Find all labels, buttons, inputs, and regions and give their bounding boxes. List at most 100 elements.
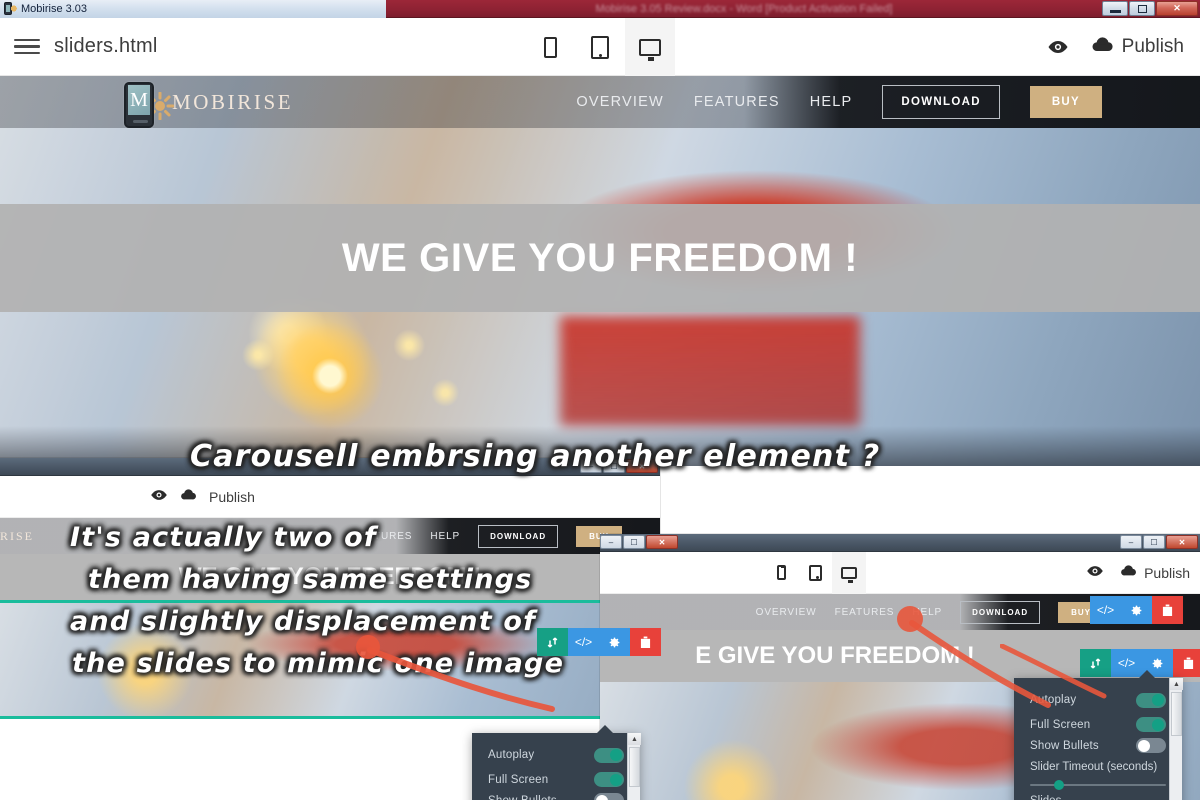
inset-left-block-toolbar: </>	[537, 628, 661, 656]
inset-left-autoplay-label: Autoplay	[488, 749, 535, 761]
inset-right-showbullets-toggle[interactable]	[1136, 738, 1166, 753]
inset-right-autoplay-row: Autoplay	[1014, 686, 1182, 714]
inset-left-maximize-button[interactable]: ☐	[603, 459, 625, 473]
inset-right-cloud-upload-icon	[1120, 564, 1137, 582]
inset-left-hero-title: WE GIVE YOU FREEDOM !	[178, 563, 482, 590]
inset-right-left-minimize-button[interactable]: –	[600, 535, 622, 549]
inset-left-scroll-thumb[interactable]	[629, 747, 640, 787]
inset-right-nav-features[interactable]: FEATURES	[835, 607, 895, 618]
inset-left-autoplay-toggle[interactable]	[594, 747, 624, 763]
mobirise-app-icon	[4, 2, 18, 15]
inset-right-window-controls: – ☐ ✕	[1120, 535, 1198, 549]
inset-left-fullscreen-toggle[interactable]	[594, 772, 624, 787]
inset-right-scroll-up-arrow[interactable]: ▲	[1170, 678, 1183, 690]
inset-left-showbullets-label: Show Bullets	[488, 795, 557, 800]
inset-right-close-button[interactable]: ✕	[1166, 535, 1198, 549]
inset-right-autoplay-label: Autoplay	[1030, 694, 1077, 706]
inset-right-device-desktop-button[interactable]	[832, 551, 866, 594]
publish-button[interactable]: Publish	[1091, 36, 1184, 58]
inset-right-eye-icon[interactable]	[1086, 564, 1104, 582]
inset-left-settings-panel: ▲ Autoplay Full Screen Show Bullets Slid…	[472, 725, 641, 800]
inset-left-code-button[interactable]: </>	[568, 628, 599, 656]
minimize-button[interactable]	[1102, 1, 1128, 16]
inset-right-minimize-button[interactable]: –	[1120, 535, 1142, 549]
inset-left-selection-border-bottom	[0, 716, 660, 719]
app-title-zone: Mobirise 3.03	[0, 0, 386, 18]
toolbar-right-group: Publish	[1047, 18, 1184, 76]
inset-left-showbullets-row: Show Bullets	[472, 790, 640, 800]
inset-left-minimize-button[interactable]: –	[580, 459, 602, 473]
inset-right-scroll-thumb[interactable]	[1171, 692, 1182, 736]
eye-icon[interactable]	[1047, 40, 1069, 54]
inset-left-photo	[0, 600, 660, 716]
inset-left-fullscreen-label: Full Screen	[488, 773, 549, 786]
inset-right-nav-overview[interactable]: OVERVIEW	[756, 607, 817, 618]
inset-right-device-mobile-button[interactable]	[764, 552, 798, 594]
inset-right-top-gear-button[interactable]	[1121, 596, 1152, 624]
inset-right-fullscreen-toggle[interactable]	[1136, 717, 1166, 732]
inset-left-nav-help[interactable]: HELP	[430, 531, 460, 542]
inset-right-hero-title: E GIVE YOU FREEDOM !	[695, 642, 975, 669]
inset-right-device-tablet-button[interactable]	[798, 552, 832, 594]
desktop-icon	[841, 566, 857, 583]
inset-left-toolbar: Publish	[0, 476, 660, 518]
inset-right-nav-help[interactable]: HELP	[912, 607, 942, 618]
inset-left-scroll-up-arrow[interactable]: ▲	[628, 733, 641, 745]
inset-right-left-window-controls: – ☐ ✕	[600, 535, 678, 549]
inset-right-publish-button[interactable]: Publish	[1120, 564, 1190, 582]
nav-item-overview[interactable]: OVERVIEW	[576, 94, 664, 110]
inset-left-showbullets-toggle[interactable]	[594, 793, 624, 800]
inset-right-showbullets-row: Show Bullets	[1014, 735, 1182, 756]
inset-left-close-button[interactable]: ✕	[626, 459, 658, 473]
inset-right-download-button[interactable]: DOWNLOAD	[960, 600, 1041, 624]
inset-left-nav-overview[interactable]: OVERVIEW	[274, 531, 335, 542]
hero-band: WE GIVE YOU FREEDOM !	[0, 204, 1200, 312]
inset-left-selection-border-top	[0, 600, 660, 603]
device-preview-group	[525, 18, 675, 76]
inset-right-left-maximize-button[interactable]: ☐	[623, 535, 645, 549]
window-controls: ✕	[1102, 0, 1200, 18]
inset-right-fullscreen-row: Full Screen	[1014, 714, 1182, 735]
inset-left-publish-label[interactable]: Publish	[209, 489, 255, 505]
inset-left-cloud-upload-icon	[180, 488, 197, 506]
maximize-button[interactable]	[1129, 1, 1155, 16]
inset-left-title-bar: – ☐ ✕	[0, 458, 660, 476]
cloud-upload-icon	[1091, 36, 1114, 58]
inset-right-maximize-button[interactable]: ☐	[1143, 535, 1165, 549]
inset-left-gear-button[interactable]	[599, 628, 630, 656]
inset-right-delete-button[interactable]	[1173, 649, 1200, 677]
inset-right-top-delete-button[interactable]	[1152, 596, 1183, 624]
inset-left-download-button[interactable]: DOWNLOAD	[478, 524, 559, 548]
site-brand[interactable]: M MOBIRISE	[120, 76, 293, 128]
inset-left-fullscreen-row: Full Screen	[472, 769, 640, 790]
publish-label: Publish	[1121, 36, 1184, 57]
inset-right-left-close-button[interactable]: ✕	[646, 535, 678, 549]
hero-title: WE GIVE YOU FREEDOM !	[341, 235, 859, 280]
inset-right-move-button[interactable]	[1080, 649, 1111, 677]
inset-right-panel-vscrollbar[interactable]: ▲	[1169, 678, 1183, 800]
nav-item-help[interactable]: HELP	[810, 94, 853, 110]
inset-left-delete-button[interactable]	[630, 628, 661, 656]
device-mobile-button[interactable]	[525, 18, 575, 76]
inset-right-slides-label: Slides	[1014, 786, 1182, 800]
hamburger-icon[interactable]	[14, 34, 40, 60]
inset-left-nav-features[interactable]: FEATURES	[353, 531, 413, 542]
inset-right-showbullets-label: Show Bullets	[1030, 739, 1099, 752]
inset-left-hero-band: WE GIVE YOU FREEDOM !	[0, 554, 660, 600]
inset-left-panel-vscrollbar[interactable]: ▲	[627, 733, 641, 800]
inset-right-top-code-button[interactable]: </>	[1090, 596, 1121, 624]
device-tablet-button[interactable]	[575, 18, 625, 76]
close-button[interactable]: ✕	[1156, 1, 1198, 16]
inset-right-autoplay-toggle[interactable]	[1136, 692, 1166, 708]
app-window: Mobirise 3.03 Mobirise 3.05 Review.docx …	[0, 0, 1200, 800]
inset-left-move-button[interactable]	[537, 628, 568, 656]
device-desktop-button[interactable]	[625, 18, 675, 76]
brand-name: MOBIRISE	[172, 89, 294, 114]
download-button[interactable]: DOWNLOAD	[882, 85, 1000, 119]
inset-left-eye-icon[interactable]	[150, 488, 168, 506]
inset-right-timeout-slider[interactable]	[1014, 773, 1182, 790]
buy-button[interactable]: BUY	[1029, 86, 1102, 118]
nav-item-features[interactable]: FEATURES	[694, 94, 780, 110]
phone-icon	[776, 565, 786, 580]
inset-right-settings-panel: ▲ Autoplay Full Screen Show Bullets Slid…	[1014, 670, 1183, 800]
